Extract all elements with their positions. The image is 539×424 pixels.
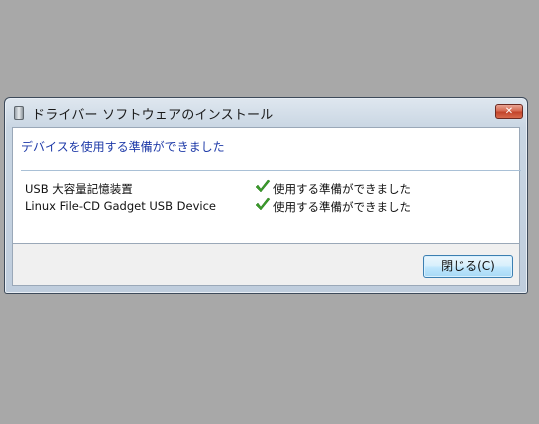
driver-install-dialog: ドライバー ソフトウェアのインストール ✕ デバイスを使用する準備ができました … [4, 97, 528, 294]
device-status: 使用する準備ができました [273, 182, 411, 196]
dialog-footer: 閉じる(C) [12, 244, 520, 286]
device-name: USB 大容量記憶装置 [25, 182, 133, 196]
check-icon [255, 197, 271, 211]
window-close-button[interactable]: ✕ [495, 104, 523, 119]
divider [21, 170, 521, 171]
device-name: Linux File-CD Gadget USB Device [25, 199, 216, 213]
close-icon: ✕ [504, 106, 514, 117]
status-heading: デバイスを使用する準備ができました [21, 140, 225, 154]
dialog-content: デバイスを使用する準備ができました USB 大容量記憶装置 使用する準備ができま… [12, 127, 521, 244]
device-status: 使用する準備ができました [273, 200, 411, 214]
check-icon [255, 179, 271, 193]
close-button[interactable]: 閉じる(C) [423, 255, 513, 278]
window-title: ドライバー ソフトウェアのインストール [32, 108, 274, 123]
title-bar[interactable]: ドライバー ソフトウェアのインストール ✕ [5, 98, 527, 126]
usb-drive-icon [14, 106, 24, 120]
